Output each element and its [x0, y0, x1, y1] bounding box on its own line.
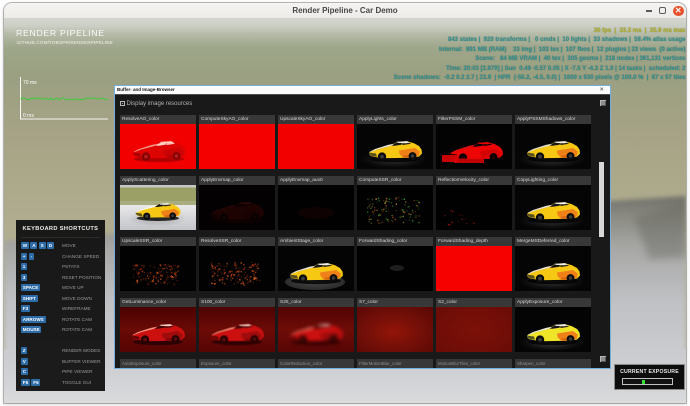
- svg-text:70 ms: 70 ms: [23, 80, 37, 86]
- svg-text:0 ms: 0 ms: [23, 113, 34, 119]
